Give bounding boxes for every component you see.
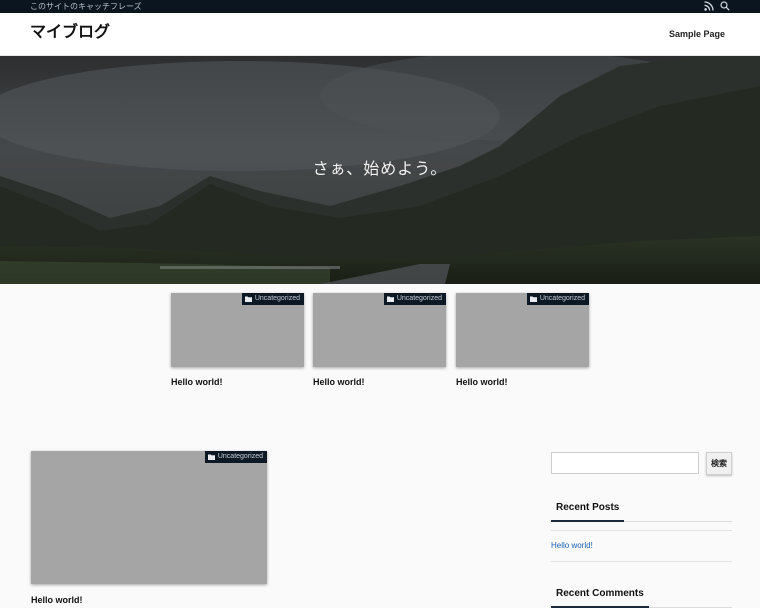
hero-banner: さぁ、始めよう。 bbox=[0, 56, 760, 284]
post-thumbnail[interactable]: Uncategorized bbox=[171, 293, 304, 367]
widget-heading: Recent Posts bbox=[551, 501, 625, 522]
category-badge[interactable]: Uncategorized bbox=[204, 451, 267, 463]
hero-text: さぁ、始めよう。 bbox=[312, 161, 448, 178]
category-label: Uncategorized bbox=[217, 453, 263, 460]
recent-comments-widget-title: Recent Comments bbox=[551, 587, 732, 608]
category-label: Uncategorized bbox=[539, 295, 585, 302]
rss-icon[interactable] bbox=[704, 1, 714, 11]
post-thumbnail[interactable]: Uncategorized bbox=[456, 293, 589, 367]
category-badge[interactable]: Uncategorized bbox=[383, 293, 446, 305]
post-title[interactable]: Hello world! bbox=[171, 376, 223, 388]
category-badge[interactable]: Uncategorized bbox=[241, 293, 304, 305]
post-thumbnail[interactable]: Uncategorized bbox=[31, 451, 267, 584]
search-input[interactable] bbox=[551, 452, 699, 474]
topbar-icons bbox=[704, 1, 730, 11]
folder-icon bbox=[386, 296, 394, 302]
widget-heading: Recent Comments bbox=[551, 587, 649, 608]
site-header: マイブログ Sample Page bbox=[0, 13, 760, 56]
post-title[interactable]: Hello world! bbox=[456, 376, 508, 388]
post-thumbnail[interactable]: Uncategorized bbox=[313, 293, 446, 367]
category-label: Uncategorized bbox=[254, 295, 300, 302]
site-title-link[interactable]: マイブログ bbox=[30, 23, 110, 43]
folder-icon bbox=[244, 296, 252, 302]
featured-post-card[interactable]: Uncategorized Hello world! bbox=[456, 293, 589, 393]
site-tagline: このサイトのキャッチフレーズ bbox=[30, 2, 142, 11]
folder-icon bbox=[529, 296, 537, 302]
main-post-card[interactable]: Uncategorized Hello world! bbox=[31, 451, 267, 605]
featured-post-card[interactable]: Uncategorized Hello world! bbox=[313, 293, 446, 393]
nav-item-sample-page[interactable]: Sample Page bbox=[669, 28, 725, 40]
featured-post-card[interactable]: Uncategorized Hello world! bbox=[171, 293, 304, 393]
top-bar: このサイトのキャッチフレーズ bbox=[0, 0, 760, 13]
post-title[interactable]: Hello world! bbox=[31, 594, 83, 606]
recent-post-link[interactable]: Hello world! bbox=[551, 541, 593, 551]
search-icon[interactable] bbox=[720, 1, 730, 11]
category-label: Uncategorized bbox=[396, 295, 442, 302]
post-title[interactable]: Hello world! bbox=[313, 376, 365, 388]
recent-posts-list: Hello world! bbox=[551, 530, 732, 562]
folder-icon bbox=[207, 454, 215, 460]
category-badge[interactable]: Uncategorized bbox=[526, 293, 589, 305]
search-button[interactable]: 検索 bbox=[706, 452, 732, 475]
recent-posts-widget-title: Recent Posts bbox=[551, 501, 732, 522]
